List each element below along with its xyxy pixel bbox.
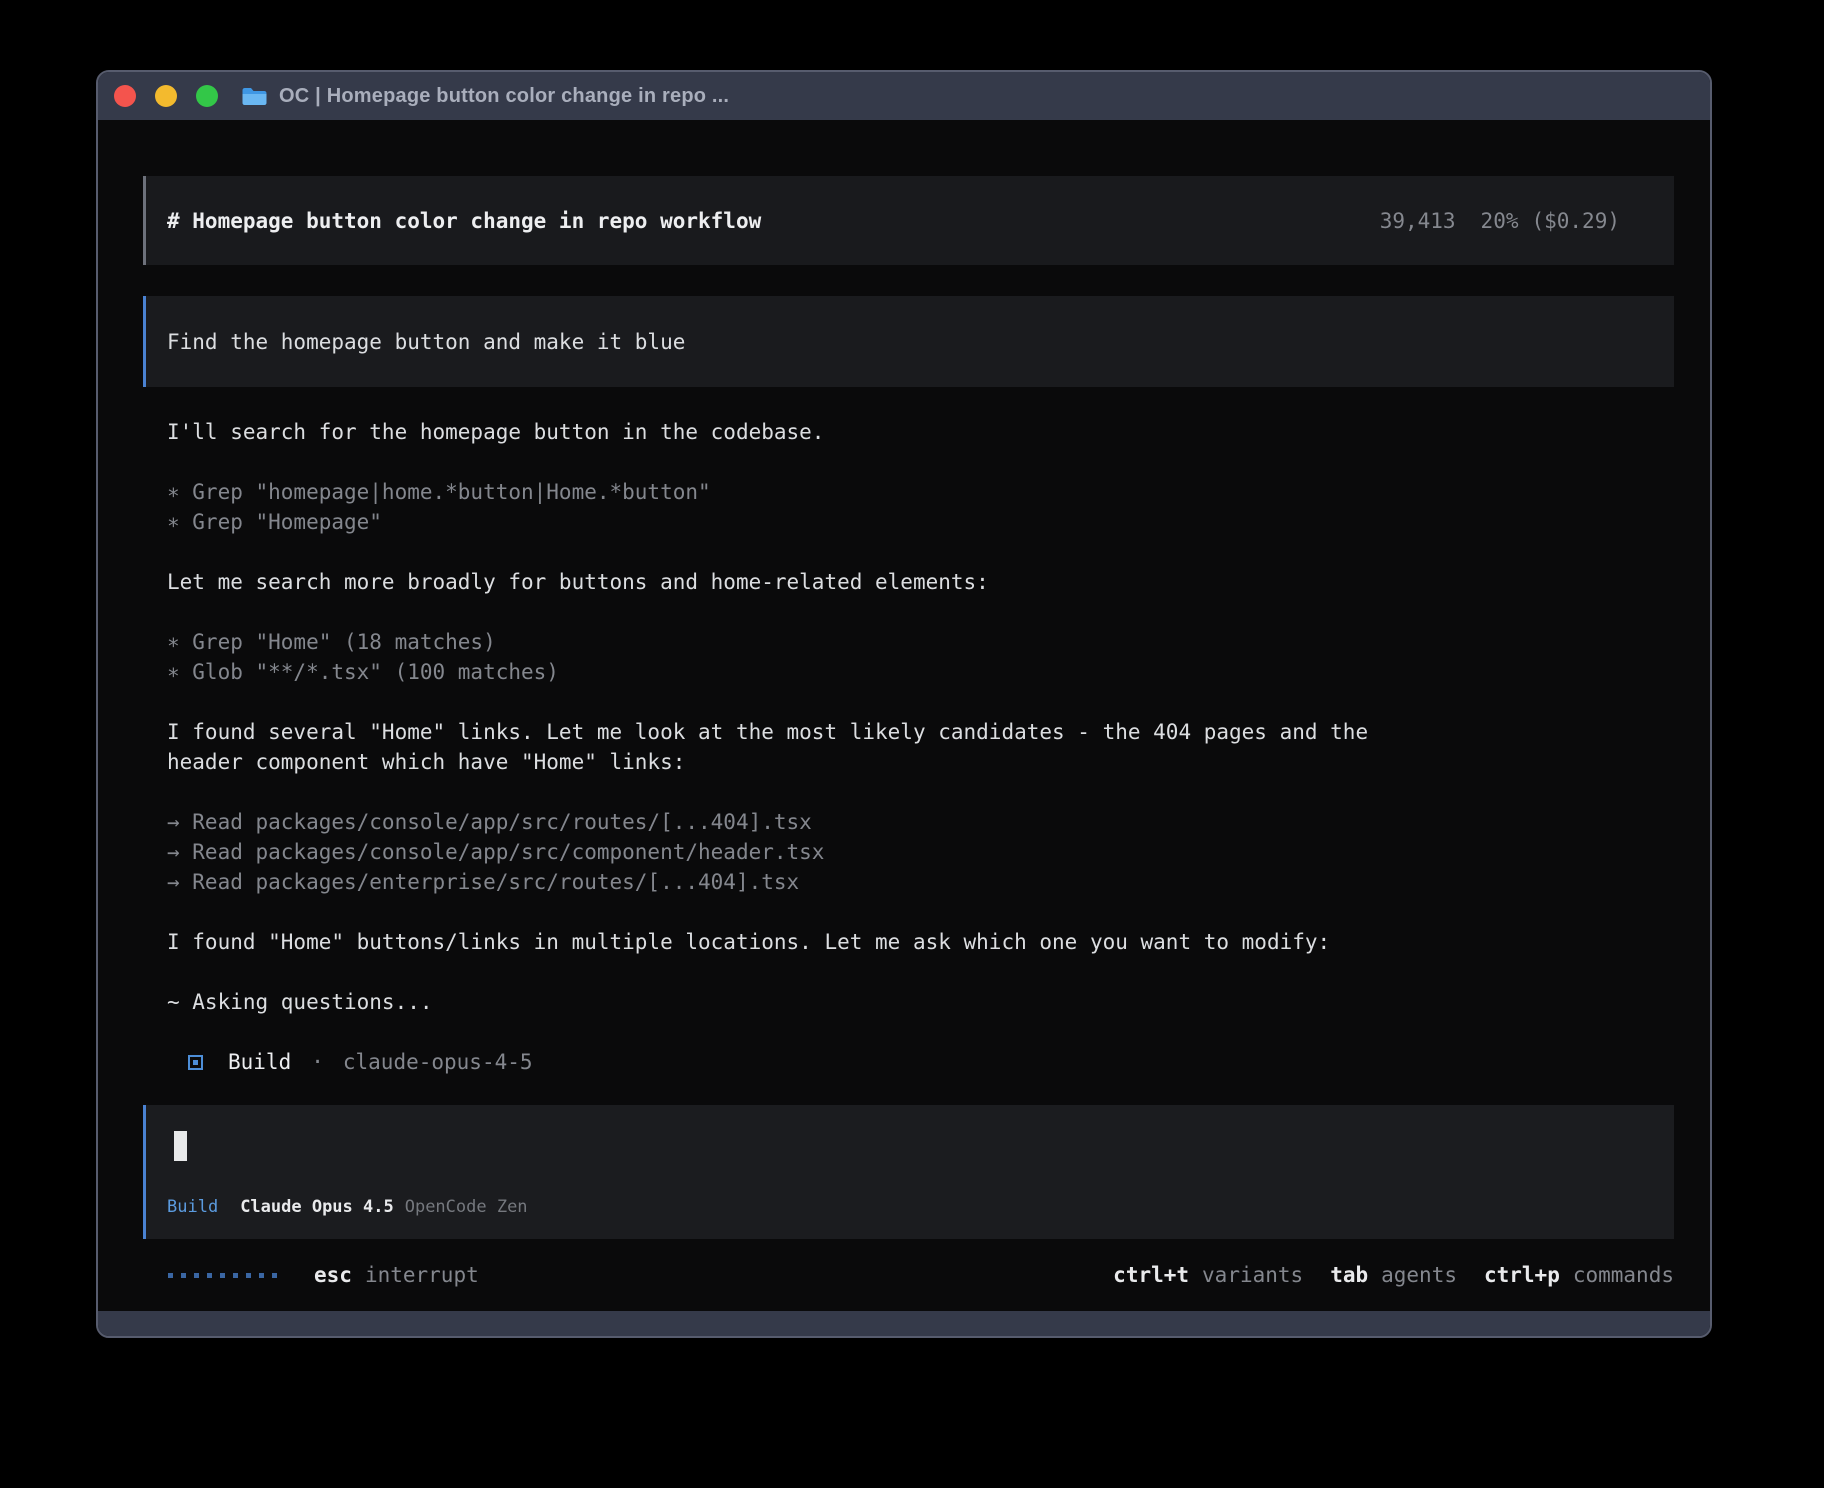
session-title: # Homepage button color change in repo w…: [167, 209, 761, 233]
blank-line: [143, 537, 1674, 567]
spinner-dot: [233, 1273, 238, 1278]
blank-line: [143, 777, 1674, 807]
shortcut-hints: ctrl+t variants tab agents ctrl+p comman…: [1113, 1263, 1674, 1287]
assistant-text: header component which have "Home" links…: [143, 747, 1674, 777]
window-title: OC | Homepage button color change in rep…: [279, 85, 729, 108]
hint-label: agents: [1381, 1263, 1457, 1287]
input-provider-name: OpenCode Zen: [405, 1197, 528, 1217]
zoom-button[interactable]: [196, 85, 218, 107]
status-model-name: claude-opus-4-5: [343, 1050, 533, 1074]
input-model-name[interactable]: Claude Opus 4.5: [240, 1197, 394, 1217]
assistant-text: Let me search more broadly for buttons a…: [143, 567, 1674, 597]
input-agent-name[interactable]: Build: [167, 1197, 218, 1217]
session-header: # Homepage button color change in repo w…: [143, 176, 1674, 265]
session-cost: ($0.29): [1531, 209, 1620, 233]
terminal-window: OC | Homepage button color change in rep…: [96, 70, 1712, 1338]
blank-line: [143, 447, 1674, 477]
user-message-text: Find the homepage button and make it blu…: [167, 330, 685, 354]
spinner-dot: [259, 1273, 264, 1278]
assistant-working-text: ~ Asking questions...: [143, 987, 1674, 1017]
prompt-input[interactable]: Build Claude Opus 4.5 OpenCode Zen: [143, 1105, 1674, 1239]
spinner-dot: [246, 1273, 251, 1278]
spinner-dot: [220, 1273, 225, 1278]
spinner-dot: [194, 1273, 199, 1278]
folder-icon: [241, 86, 268, 107]
tool-call-grep: ∗ Grep "Homepage": [143, 507, 1674, 537]
esc-action-label: interrupt: [365, 1263, 479, 1287]
hint-key: ctrl+p: [1484, 1263, 1560, 1287]
blank-line: [143, 897, 1674, 927]
hint-key: ctrl+t: [1113, 1263, 1189, 1287]
input-model-row: Build Claude Opus 4.5 OpenCode Zen: [167, 1197, 1674, 1217]
window-title-group: OC | Homepage button color change in rep…: [241, 85, 729, 108]
spinner-dot: [168, 1273, 173, 1278]
hint-agents: tab agents: [1330, 1263, 1457, 1287]
agent-status-line: Build · claude-opus-4-5: [143, 1047, 1674, 1077]
tool-call-grep: ∗ Grep "homepage|home.*button|Home.*butt…: [143, 477, 1674, 507]
spinner-dot: [181, 1273, 186, 1278]
spinner-dot: [272, 1273, 277, 1278]
blank-line: [143, 597, 1674, 627]
spinner-dot: [207, 1273, 212, 1278]
window-titlebar[interactable]: OC | Homepage button color change in rep…: [98, 72, 1710, 120]
footer-bar: esc interrupt ctrl+t variants tab agents…: [143, 1260, 1674, 1290]
traffic-lights: [114, 85, 218, 107]
user-message: Find the homepage button and make it blu…: [143, 296, 1674, 387]
tool-call-grep: ∗ Grep "Home" (18 matches): [143, 627, 1674, 657]
minimize-button[interactable]: [155, 85, 177, 107]
assistant-text: I found several "Home" links. Let me loo…: [143, 717, 1674, 747]
status-agent-name: Build: [228, 1050, 291, 1074]
text-cursor: [174, 1131, 187, 1161]
blank-line: [143, 687, 1674, 717]
build-agent-icon: [188, 1055, 203, 1070]
blank-line: [143, 1017, 1674, 1047]
window-bottom-strip: [98, 1311, 1710, 1336]
assistant-text: I'll search for the homepage button in t…: [143, 417, 1674, 447]
token-count: 39,413: [1380, 209, 1456, 233]
context-percent: 20%: [1481, 209, 1519, 233]
assistant-transcript: I'll search for the homepage button in t…: [143, 417, 1674, 1077]
hint-label: variants: [1202, 1263, 1303, 1287]
spinner-dots: [168, 1273, 277, 1278]
hint-key: tab: [1330, 1263, 1368, 1287]
tool-call-glob: ∗ Glob "**/*.tsx" (100 matches): [143, 657, 1674, 687]
esc-key-hint: esc: [314, 1263, 352, 1287]
assistant-text: I found "Home" buttons/links in multiple…: [143, 927, 1674, 957]
status-separator: ·: [311, 1050, 324, 1074]
session-stats: 39,413 20% ($0.29): [1380, 209, 1674, 233]
hint-variants: ctrl+t variants: [1113, 1263, 1303, 1287]
hint-commands: ctrl+p commands: [1484, 1263, 1674, 1287]
tool-call-read: → Read packages/console/app/src/componen…: [143, 837, 1674, 867]
tool-call-read: → Read packages/console/app/src/routes/[…: [143, 807, 1674, 837]
close-button[interactable]: [114, 85, 136, 107]
blank-line: [143, 957, 1674, 987]
tool-call-read: → Read packages/enterprise/src/routes/[.…: [143, 867, 1674, 897]
hint-label: commands: [1573, 1263, 1674, 1287]
terminal-content: # Homepage button color change in repo w…: [98, 120, 1710, 1311]
